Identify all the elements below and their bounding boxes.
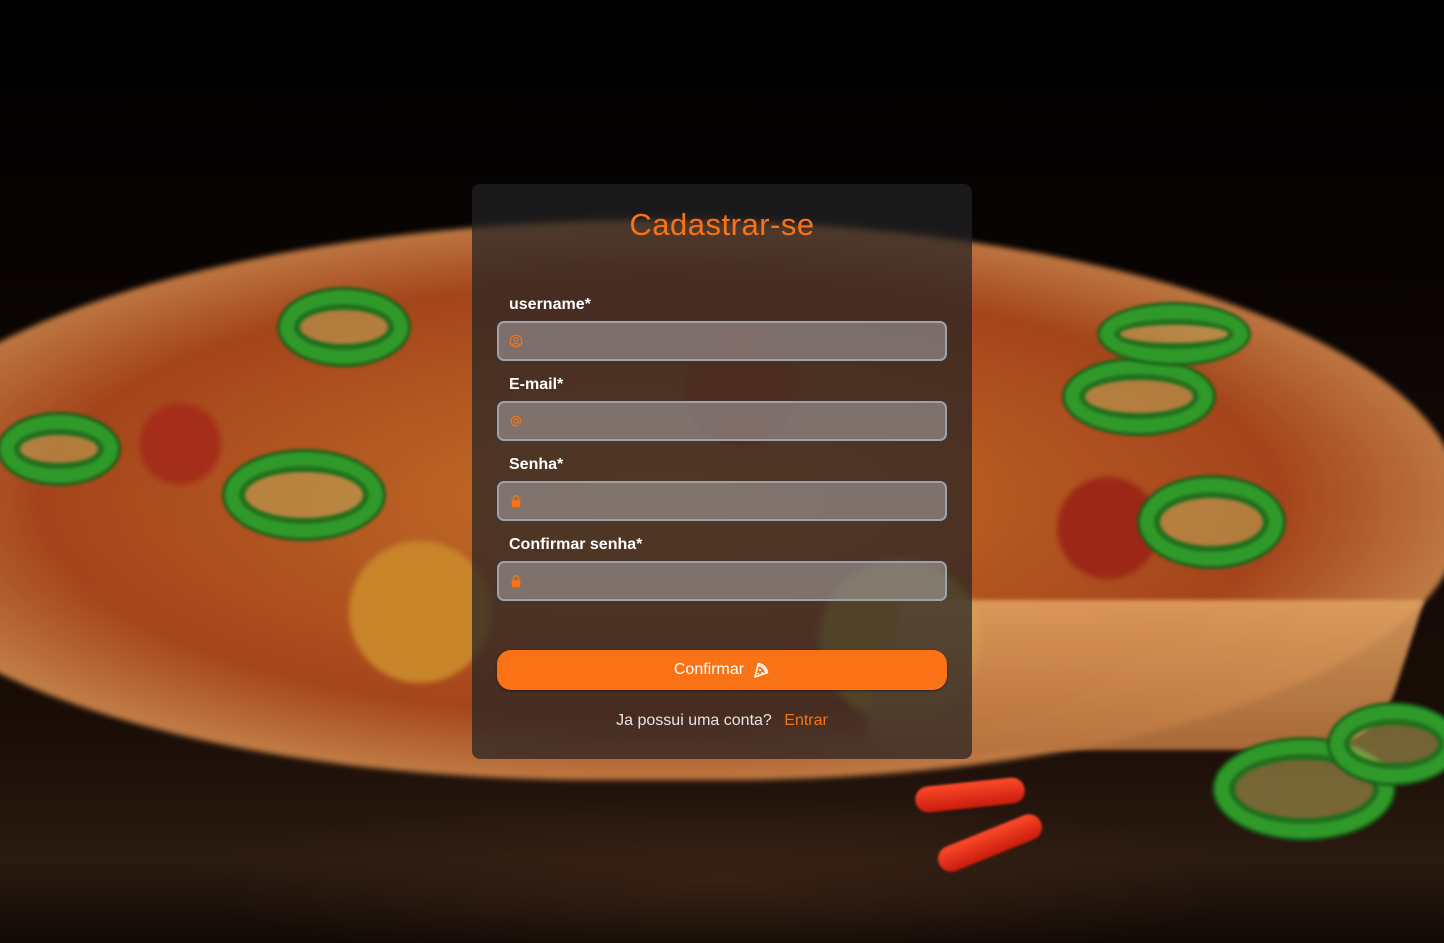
email-label: E-mail* — [509, 376, 564, 393]
email-input[interactable] — [533, 403, 937, 441]
email-field-wrapper — [497, 401, 947, 441]
lock-icon — [511, 575, 521, 588]
confirm-password-input[interactable] — [533, 563, 937, 601]
jalapeno-decoration — [225, 452, 383, 538]
jalapeno-decoration — [0, 415, 118, 483]
username-field-wrapper — [497, 321, 947, 361]
login-prompt: Ja possui uma conta? Entrar — [0, 712, 1444, 730]
user-circle-icon — [509, 334, 523, 348]
chili-decoration — [913, 776, 1027, 814]
confirm-button[interactable]: Confirmar — [497, 650, 947, 690]
password-field-wrapper — [497, 481, 947, 521]
password-input[interactable] — [533, 483, 937, 521]
login-question-text: Ja possui uma conta? — [616, 712, 772, 729]
lock-icon — [511, 495, 521, 508]
confirm-button-label: Confirmar — [673, 661, 745, 678]
username-label: username* — [509, 296, 591, 313]
login-link[interactable]: Entrar — [784, 712, 828, 729]
jalapeno-decoration — [280, 290, 408, 364]
jalapeno-decoration — [1065, 360, 1213, 433]
confirm-password-field-wrapper — [497, 561, 947, 601]
pizza-slice-icon — [754, 662, 769, 678]
page-title: Cadastrar-se — [629, 207, 815, 242]
username-input[interactable] — [533, 323, 937, 361]
chili-decoration — [934, 810, 1046, 876]
at-sign-icon — [510, 415, 522, 427]
jalapeno-decoration — [1100, 305, 1248, 363]
password-label: Senha* — [509, 456, 564, 473]
jalapeno-decoration — [1140, 478, 1283, 566]
confirm-password-label: Confirmar senha* — [509, 536, 643, 553]
